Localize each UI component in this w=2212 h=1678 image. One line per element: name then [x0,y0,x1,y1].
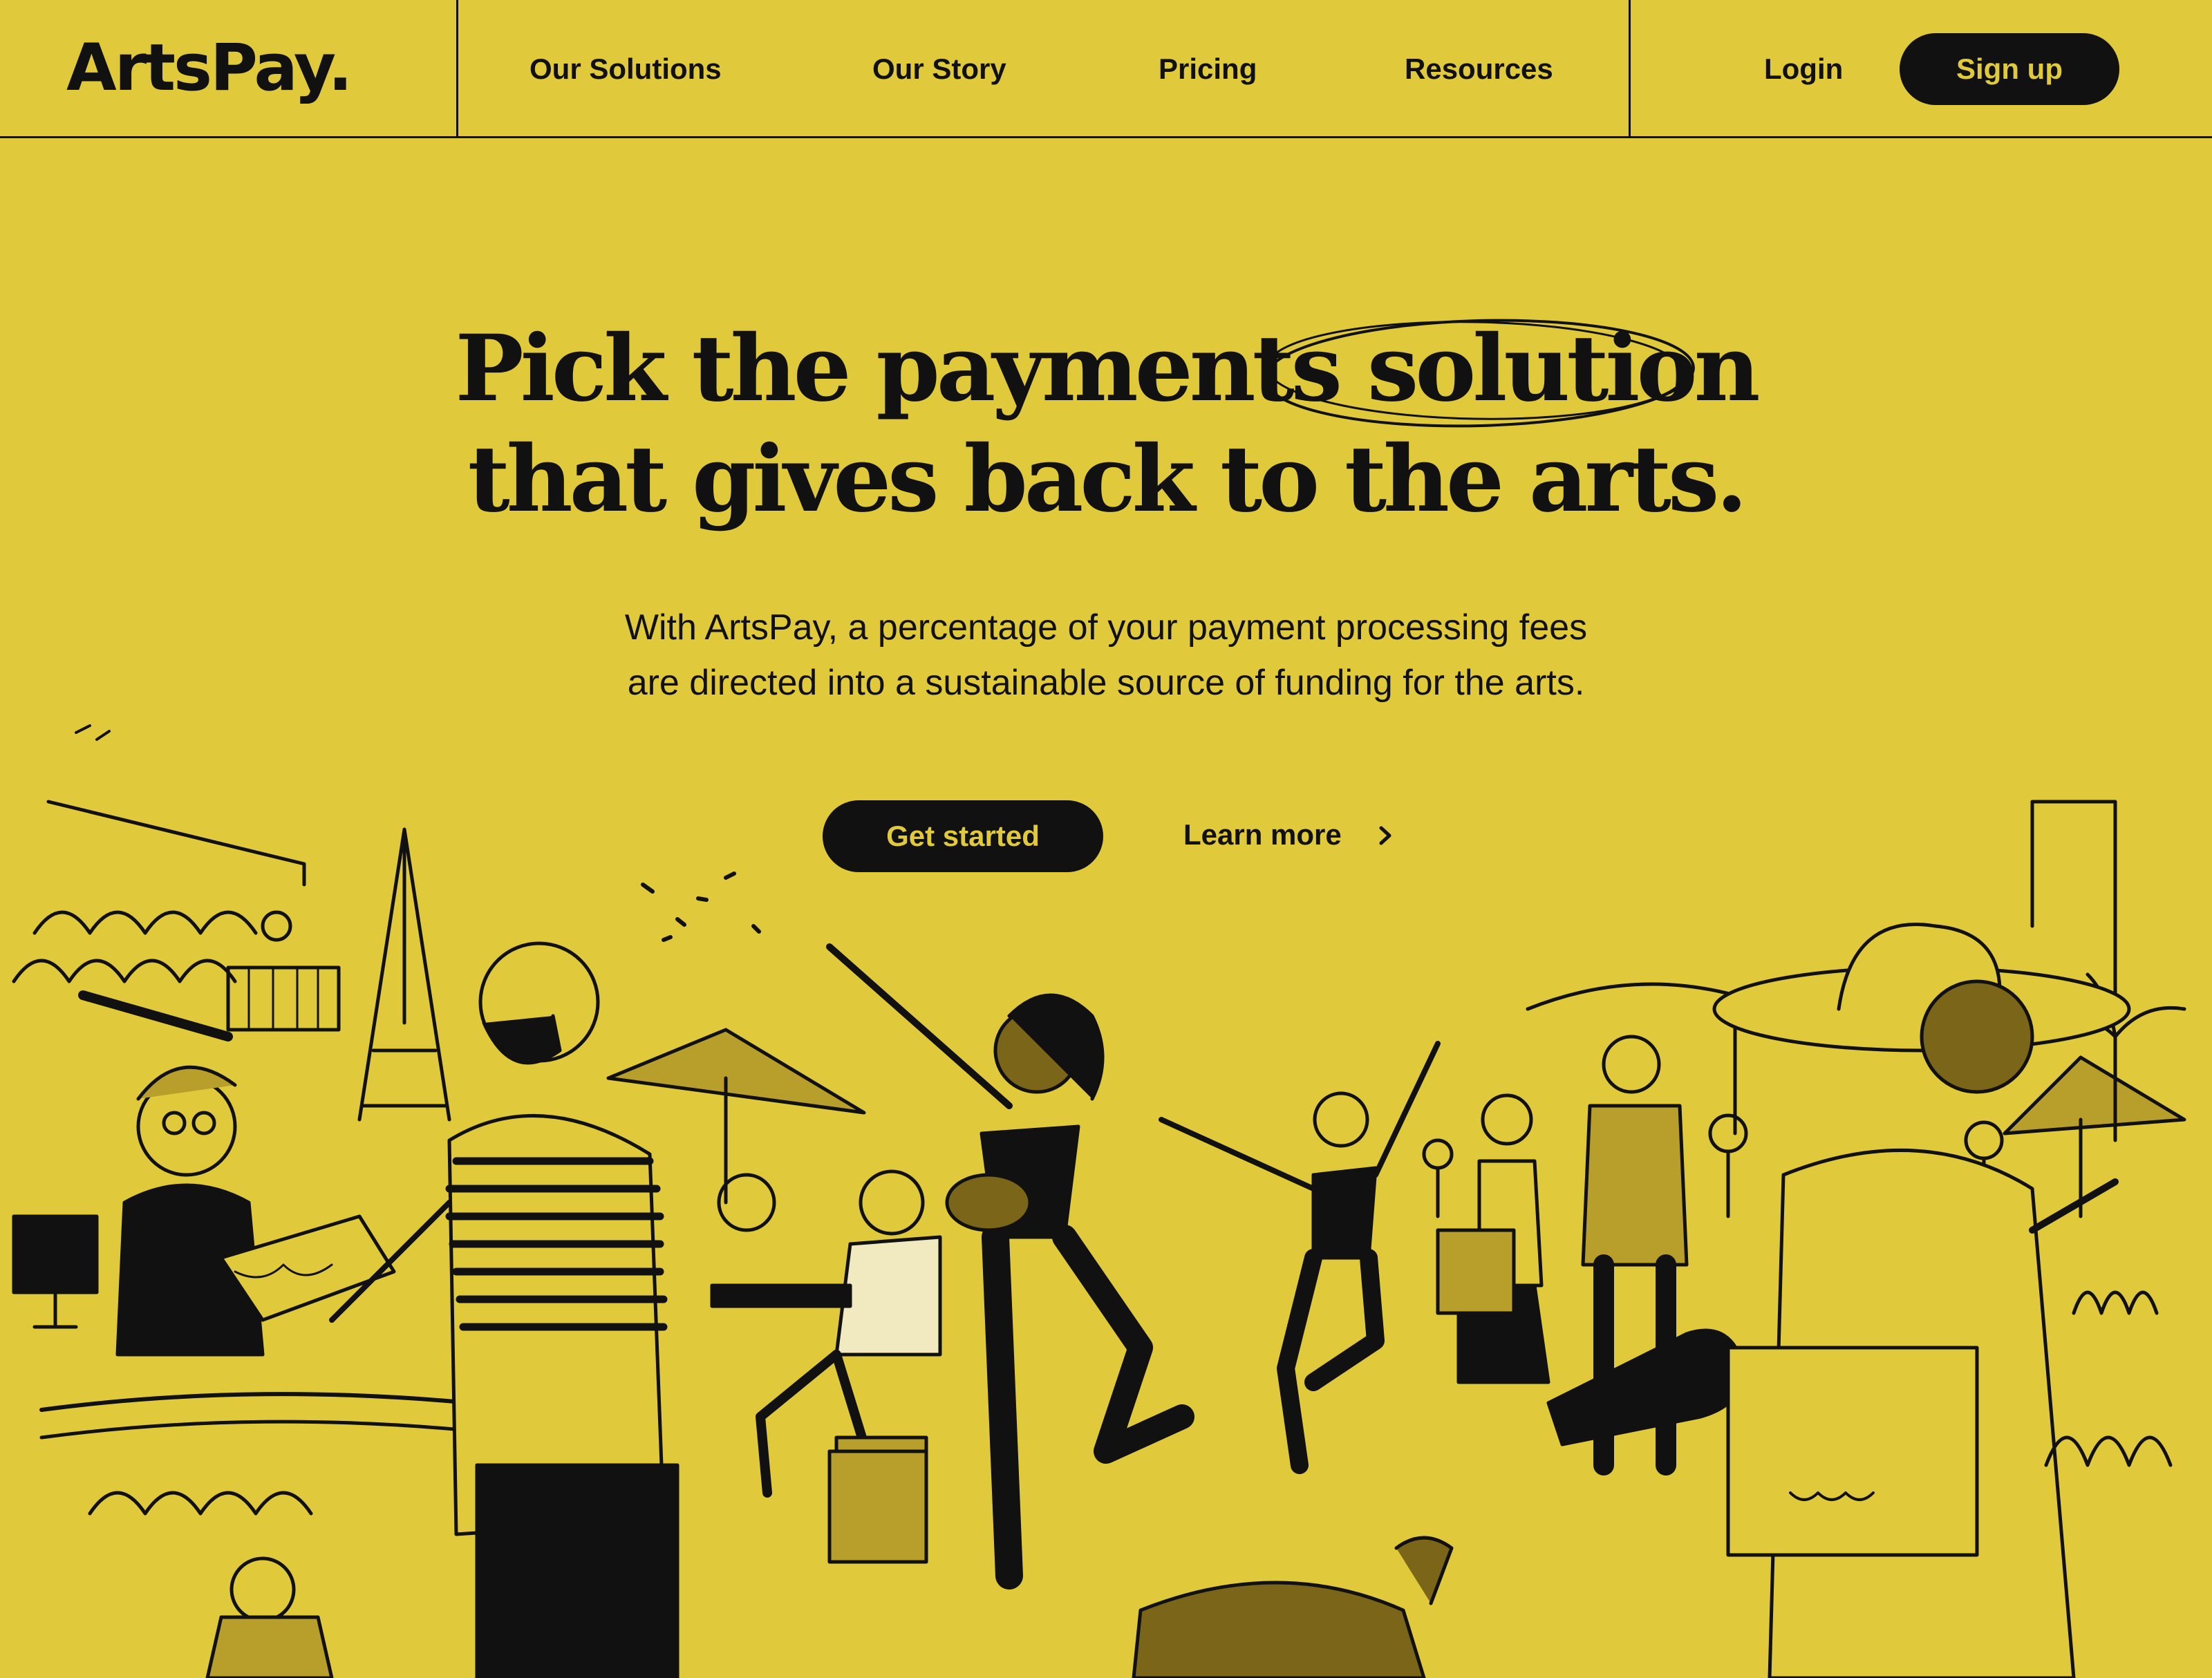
site-header: ArtsPay. Our Solutions Our Story Pricing… [0,0,2212,138]
nav-pricing[interactable]: Pricing [1159,50,1257,88]
hero-title-part-1: Pick the payments [455,315,1342,422]
learn-more-link[interactable]: Learn more [1183,816,1391,854]
learn-more-label: Learn more [1183,818,1342,851]
nav-our-story[interactable]: Our Story [872,50,1006,88]
nav-resources[interactable]: Resources [1405,50,1553,88]
hero-title-line-2: that gives back to the arts. [467,426,1748,533]
scribble-circle-highlight [1264,319,1695,428]
chevron-right-icon [1379,826,1391,845]
hero-subtitle-line-1: With ArtsPay, a percentage of your payme… [624,607,1588,648]
arts-street-scene-illustration [12,724,2186,1678]
hero-subtitle-line-2: are directed into a sustainable source o… [627,663,1585,703]
get-started-button[interactable]: Get started [823,800,1103,872]
header-divider-right [1629,0,1631,138]
header-divider-left [456,0,458,138]
sign-up-button[interactable]: Sign up [1900,33,2119,105]
nav-our-solutions[interactable]: Our Solutions [529,50,722,88]
artspay-logo[interactable]: ArtsPay. [66,30,353,106]
login-link[interactable]: Login [1764,50,1843,88]
